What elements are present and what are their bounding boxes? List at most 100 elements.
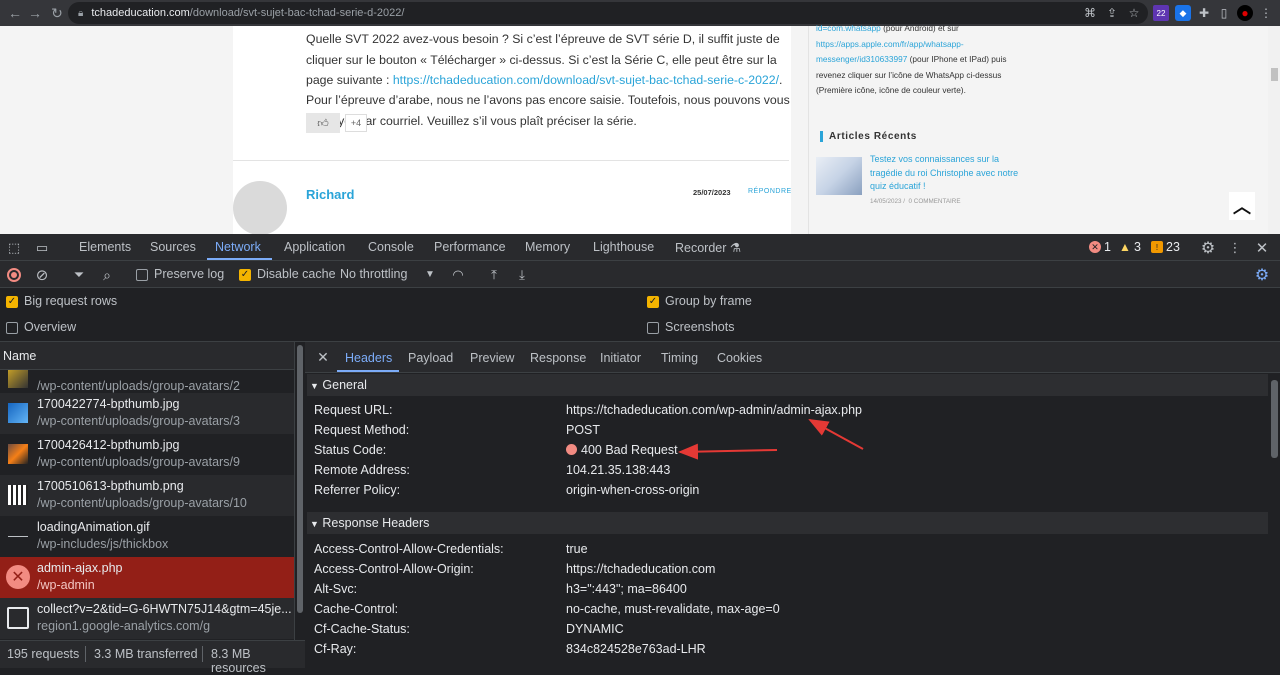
serie-c-link[interactable]: https://tchadeducation.com/download/svt-… [393,73,779,87]
status-divider [85,646,86,662]
more-options-icon[interactable]: ⋮ [1228,239,1242,257]
general-section-header[interactable] [307,374,1268,396]
request-row[interactable]: 1700422774-bpthumb.jpg /wp-content/uploa… [0,393,294,434]
page-scrollbar-thumb[interactable] [1271,68,1278,81]
request-row[interactable]: 1700426412-bpthumb.jpg /wp-content/uploa… [0,434,294,475]
error-count[interactable]: 1 [1104,240,1111,254]
request-row[interactable]: collect?v=2&tid=G-6HWTN75J14&gtm=45je...… [0,598,294,639]
back-icon[interactable]: ← [4,2,26,24]
big-request-rows-checkbox[interactable]: ✓ [6,296,18,308]
url-text: tchadeducation.com/download/svt-sujet-ba… [91,7,405,19]
name-column-header[interactable]: Name [3,349,36,363]
screenshots-checkbox[interactable] [647,322,659,334]
bookmark-star-icon[interactable]: ☆ [1126,5,1142,21]
extensions-puzzle-icon[interactable]: ✚ [1196,5,1212,21]
active-tab-indicator [207,258,272,260]
extension-badge-icon[interactable]: 22 [1153,5,1169,21]
network-conditions-icon[interactable]: ◠ [449,267,467,283]
network-toolbar: ⊘ ⏷ ⌕ Preserve log ✓ Disable cache No th… [0,261,1280,288]
header-key: Access-Control-Allow-Credentials: [314,542,504,556]
tab-elements[interactable]: Elements [79,240,131,254]
reload-icon[interactable]: ↻ [46,2,68,24]
arrow-to-status-code [678,443,778,460]
reply-link[interactable]: RÉPONDRE [748,188,792,195]
whatsapp-android-link[interactable]: id=com.whatsapp [816,23,881,33]
forward-icon[interactable]: → [24,2,46,24]
profile-avatar[interactable]: ● [1237,5,1253,21]
status-error-dot-icon [566,444,577,455]
device-toolbar-icon[interactable]: ▭ [33,240,51,256]
status-divider [202,646,203,662]
request-row-selected[interactable]: ✕ admin-ajax.php /wp-admin [0,557,294,598]
headers-scrollbar-thumb[interactable] [1271,380,1278,458]
requests-scrollbar-thumb[interactable] [297,345,303,613]
requests-list: /wp-content/uploads/group-avatars/2 1700… [0,370,294,640]
tab-payload[interactable]: Payload [408,351,453,365]
tab-lighthouse[interactable]: Lighthouse [593,240,654,254]
post-thumbnail[interactable] [816,157,862,195]
header-key: Cache-Control: [314,602,399,616]
bitwarden-icon[interactable]: ◆ [1175,5,1191,21]
translate-icon[interactable]: ⌘ [1082,5,1098,21]
clear-icon[interactable]: ⊘ [34,267,50,284]
warning-count[interactable]: 3 [1134,240,1141,254]
inspect-element-icon[interactable]: ⬚ [6,240,22,256]
throttling-select[interactable]: No throttling [340,267,407,281]
share-icon[interactable]: ⇪ [1104,5,1120,21]
export-har-icon[interactable]: ⤓ [514,266,530,284]
tab-cookies[interactable]: Cookies [717,351,762,365]
record-stop-icon[interactable] [7,268,21,282]
kebab-menu-icon[interactable]: ⋮ [1258,5,1274,21]
comment-author[interactable]: Richard [306,187,354,202]
tab-recorder[interactable]: Recorder ⚗ [675,240,741,255]
search-icon[interactable]: ⌕ [99,267,115,283]
warning-icon[interactable]: ▲ [1118,240,1132,254]
import-har-icon[interactable]: ⤒ [486,266,502,284]
tab-initiator[interactable]: Initiator [600,351,641,365]
request-detail-tabs: ✕ Headers Payload Preview Response Initi… [305,342,1280,373]
preserve-log-checkbox[interactable] [136,269,148,281]
tab-timing[interactable]: Timing [661,351,698,365]
remote-address-value: 104.21.35.138:443 [566,463,671,477]
tab-sources[interactable]: Sources [150,240,196,254]
tab-response[interactable]: Response [530,351,586,365]
general-section-title[interactable]: ▼ General [310,378,367,392]
request-name: admin-ajax.php [37,561,123,575]
preserve-log-label: Preserve log [154,267,225,281]
tab-application[interactable]: Application [284,240,345,254]
sidebar-whatsapp-text: id=com.whatsapp (pour Android) et sur ht… [816,23,1007,95]
post-title-link[interactable]: Testez vos connaissances sur la tragédie… [870,153,1020,194]
header-key: Access-Control-Allow-Origin: [314,562,474,576]
error-icon[interactable]: ✕ [1089,241,1101,253]
chevron-down-icon[interactable]: ▼ [424,268,436,280]
page-scrollbar[interactable] [1268,26,1280,234]
side-panel-icon[interactable]: ▯ [1216,5,1232,21]
filter-icon[interactable]: ⏷ [72,267,86,283]
tab-performance[interactable]: Performance [434,240,506,254]
scroll-to-top-button[interactable]: ︿ [1229,192,1255,220]
tab-console[interactable]: Console [368,240,414,254]
tab-network[interactable]: Network [215,240,261,254]
tab-memory[interactable]: Memory [525,240,570,254]
error-x-icon: ✕ [6,565,30,589]
issues-icon[interactable]: ! [1151,241,1163,253]
group-by-frame-label: Group by frame [665,294,752,308]
triangle-down-icon: ▼ [310,519,319,529]
issues-count[interactable]: 23 [1166,240,1180,254]
close-detail-icon[interactable]: ✕ [316,349,330,365]
group-by-frame-checkbox[interactable]: ✓ [647,296,659,308]
request-row[interactable]: 1700510613-bpthumb.png /wp-content/uploa… [0,475,294,516]
overview-checkbox[interactable] [6,322,18,334]
response-headers-section-header[interactable] [307,512,1268,534]
response-headers-title[interactable]: ▼ Response Headers [310,516,429,530]
close-devtools-icon[interactable]: ✕ [1254,239,1270,257]
requests-list-header[interactable]: Name [0,342,294,370]
header-key: Alt-Svc: [314,582,358,596]
settings-gear-icon[interactable]: ⚙ [1199,239,1217,257]
request-row[interactable]: loadingAnimation.gif /wp-includes/js/thi… [0,516,294,557]
like-button[interactable]: 👍︎ [306,113,340,133]
disable-cache-checkbox[interactable]: ✓ [239,269,251,281]
tab-headers[interactable]: Headers [345,351,392,365]
tab-preview[interactable]: Preview [470,351,514,365]
network-settings-icon[interactable]: ⚙ [1253,266,1271,284]
